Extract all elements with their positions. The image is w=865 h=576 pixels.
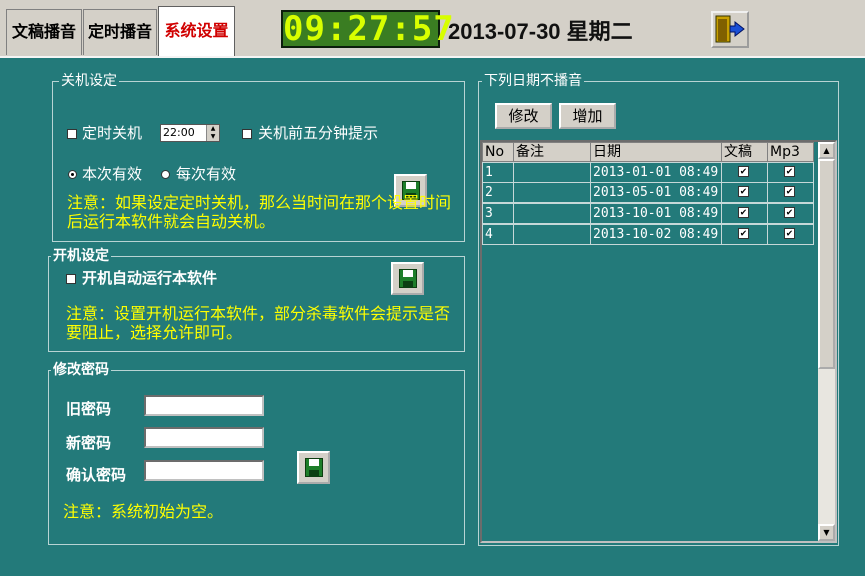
row-note <box>513 224 591 245</box>
tab-scheduled-broadcast[interactable]: 定时播音 <box>83 9 157 55</box>
top-bar: 文稿播音 定时播音 系统设置 09:27:57 2013-07-30 星期二 <box>0 0 865 56</box>
shutdown-note: 注意：如果设定定时关机，那么当时间在那个设置时间后运行本软件就会自动关机。 <box>67 193 452 231</box>
startup-group: 开机设定 开机自动运行本软件 注意：设置开机运行本软件，部分杀毒软件会提示是否要… <box>48 248 465 352</box>
scroll-down-icon[interactable]: ▼ <box>818 524 835 541</box>
row-date: 2013-10-02 08:49 <box>590 224 722 245</box>
warn-five-min-checkbox[interactable] <box>242 129 252 139</box>
column-header-doc[interactable]: 文稿 <box>721 142 768 162</box>
scroll-thumb[interactable] <box>818 159 835 369</box>
password-save-button[interactable] <box>297 451 330 484</box>
column-header-date[interactable]: 日期 <box>590 142 722 162</box>
autorun-label: 开机自动运行本软件 <box>82 269 218 287</box>
old-password-label: 旧密码 <box>66 400 112 418</box>
floppy-disk-icon <box>399 269 417 288</box>
add-button[interactable]: 增加 <box>559 103 616 129</box>
column-header-note[interactable]: 备注 <box>513 142 591 162</box>
shutdown-time-value: 22:00 <box>163 126 195 139</box>
current-date: 2013-07-30 星期二 <box>448 19 633 44</box>
row-note <box>513 162 591 183</box>
row-date: 2013-05-01 08:49 <box>590 182 722 203</box>
row-no: 1 <box>482 162 514 183</box>
doc-checkbox[interactable]: ✔ <box>738 228 749 239</box>
row-doc-cell: ✔ <box>721 162 768 183</box>
tab-system-settings[interactable]: 系统设置 <box>158 6 235 56</box>
autorun-checkbox[interactable] <box>66 274 76 284</box>
spin-down-icon[interactable]: ▼ <box>207 133 219 141</box>
timed-shutdown-label: 定时关机 <box>82 124 143 142</box>
mp3-checkbox[interactable]: ✔ <box>784 207 795 218</box>
new-password-field[interactable] <box>144 427 264 448</box>
once-valid-radio[interactable] <box>68 170 77 179</box>
password-group-title: 修改密码 <box>51 362 111 378</box>
confirm-password-field[interactable] <box>144 460 264 481</box>
settings-panel: 关机设定 定时关机 22:00 ▲ ▼ 关机前五分钟提示 本次有效 每次有效 注… <box>0 56 865 576</box>
column-header-mp3[interactable]: Mp3 <box>767 142 814 162</box>
password-group: 修改密码 旧密码 新密码 确认密码 注意：系统初始为空。 <box>48 362 465 545</box>
mp3-checkbox[interactable]: ✔ <box>784 228 795 239</box>
startup-save-button[interactable] <box>391 262 424 295</box>
doc-checkbox[interactable]: ✔ <box>738 207 749 218</box>
password-note: 注意：系统初始为空。 <box>63 502 224 521</box>
every-time-radio[interactable] <box>161 170 170 179</box>
table-scrollbar[interactable]: ▲ ▼ <box>818 142 835 541</box>
edit-button[interactable]: 修改 <box>495 103 552 129</box>
row-no: 3 <box>482 203 514 224</box>
row-no: 2 <box>482 182 514 203</box>
mp3-checkbox[interactable]: ✔ <box>784 166 795 177</box>
digital-clock: 09:27:57 <box>281 9 455 49</box>
tab-document-broadcast[interactable]: 文稿播音 <box>6 9 82 55</box>
warn-five-min-label: 关机前五分钟提示 <box>258 124 379 142</box>
no-broadcast-table[interactable]: No 备注 日期 文稿 Mp3 1 2013-01-01 08:49 ✔ ✔ 2… <box>480 140 837 543</box>
once-valid-label: 本次有效 <box>82 165 143 183</box>
row-mp3-cell: ✔ <box>767 203 814 224</box>
row-mp3-cell: ✔ <box>767 162 814 183</box>
row-doc-cell: ✔ <box>721 224 768 245</box>
row-note <box>513 203 591 224</box>
shutdown-group: 关机设定 定时关机 22:00 ▲ ▼ 关机前五分钟提示 本次有效 每次有效 注… <box>52 73 465 242</box>
startup-note: 注意：设置开机运行本软件，部分杀毒软件会提示是否要阻止，选择允许即可。 <box>66 304 451 342</box>
time-spinner[interactable]: ▲ ▼ <box>206 125 219 141</box>
spin-up-icon[interactable]: ▲ <box>207 125 219 133</box>
exit-door-icon <box>715 15 745 43</box>
shutdown-time-input[interactable]: 22:00 ▲ ▼ <box>160 124 220 142</box>
confirm-password-label: 确认密码 <box>66 466 127 484</box>
row-date: 2013-01-01 08:49 <box>590 162 722 183</box>
no-broadcast-group-title: 下列日期不播音 <box>482 73 584 89</box>
row-date: 2013-10-01 08:49 <box>590 203 722 224</box>
column-header-no[interactable]: No <box>482 142 514 162</box>
scroll-up-icon[interactable]: ▲ <box>818 142 835 159</box>
every-time-label: 每次有效 <box>176 165 237 183</box>
timed-shutdown-checkbox[interactable] <box>67 129 77 139</box>
row-mp3-cell: ✔ <box>767 224 814 245</box>
doc-checkbox[interactable]: ✔ <box>738 186 749 197</box>
shutdown-group-title: 关机设定 <box>59 73 119 89</box>
startup-group-title: 开机设定 <box>51 248 111 264</box>
mp3-checkbox[interactable]: ✔ <box>784 186 795 197</box>
new-password-label: 新密码 <box>66 434 112 452</box>
exit-button[interactable] <box>711 11 749 48</box>
row-doc-cell: ✔ <box>721 203 768 224</box>
row-no: 4 <box>482 224 514 245</box>
row-note <box>513 182 591 203</box>
doc-checkbox[interactable]: ✔ <box>738 166 749 177</box>
floppy-disk-icon <box>305 458 323 477</box>
row-doc-cell: ✔ <box>721 182 768 203</box>
row-mp3-cell: ✔ <box>767 182 814 203</box>
old-password-field[interactable] <box>144 395 264 416</box>
